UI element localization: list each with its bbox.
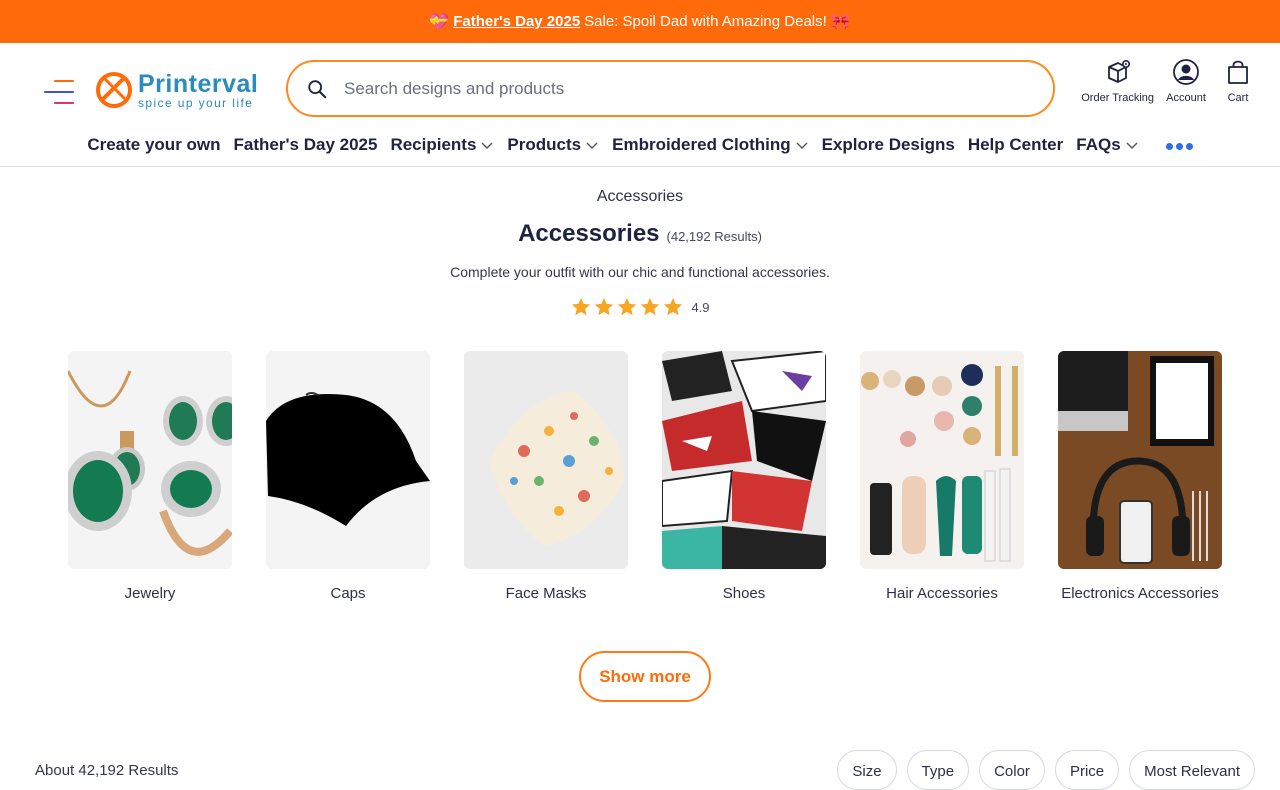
chevron-down-icon: [1126, 142, 1138, 149]
show-more-button[interactable]: Show more: [579, 651, 711, 702]
filter-type[interactable]: Type: [906, 750, 970, 790]
logo-tagline: spice up your life: [138, 96, 254, 110]
search-icon[interactable]: [306, 78, 328, 100]
gift-heart-icon: 💝: [429, 13, 450, 31]
electronics-accessories-image: [1058, 351, 1222, 569]
jewelry-image: [68, 351, 232, 569]
promo-banner: 💝 Father's Day 2025 Sale: Spoil Dad with…: [0, 0, 1280, 43]
ribbon-icon: 🎀: [830, 13, 851, 31]
category-name: Hair Accessories: [886, 585, 998, 602]
category-hair-accessories[interactable]: Hair Accessories: [860, 351, 1024, 602]
category-jewelry[interactable]: Jewelry: [68, 351, 232, 602]
star-icon: [618, 297, 637, 316]
nav-item-help-center[interactable]: Help Center: [968, 133, 1063, 155]
shoes-image: [662, 351, 826, 569]
logo-name: Printerval: [138, 70, 259, 98]
rating: 4.9: [0, 296, 1280, 318]
shopping-bag-icon: [1228, 60, 1248, 84]
category-name: Shoes: [722, 585, 766, 602]
promo-text: Sale: Spoil Dad with Amazing Deals!: [584, 13, 827, 30]
star-icon: [572, 297, 591, 316]
nav-item-fathers-day[interactable]: Father's Day 2025: [234, 133, 378, 155]
user-circle-icon: [1173, 59, 1199, 85]
nav-item-faqs[interactable]: FAQs: [1076, 133, 1138, 155]
star-icon: [641, 297, 660, 316]
category-shoes[interactable]: Shoes: [662, 351, 826, 602]
filter-color[interactable]: Color: [979, 750, 1045, 790]
star-icon: [664, 297, 683, 316]
nav-item-create-your-own[interactable]: Create your own: [87, 133, 220, 155]
nav-item-recipients[interactable]: Recipients: [390, 133, 494, 155]
category-name: Jewelry: [124, 585, 176, 602]
sort-dropdown[interactable]: Most Relevant: [1129, 750, 1255, 790]
result-count: (42,192 Results): [666, 229, 762, 244]
results-count: About 42,192 Results: [35, 762, 179, 779]
category-name: Electronics Accessories: [1061, 585, 1219, 602]
category-caps[interactable]: Caps: [266, 351, 430, 602]
category-name: Caps: [330, 585, 366, 602]
category-face-masks[interactable]: Face Masks: [464, 351, 628, 602]
package-location-icon: [1107, 59, 1130, 83]
logo-mark-icon: [96, 72, 132, 108]
chevron-down-icon: [481, 142, 493, 149]
nav-item-explore-designs[interactable]: Explore Designs: [822, 133, 955, 155]
more-dots-icon[interactable]: [1165, 143, 1193, 150]
category-grid: Jewelry Caps Face Masks Shoes Hair Acces…: [68, 351, 1222, 602]
category-electronics-accessories[interactable]: Electronics Accessories: [1058, 351, 1222, 602]
chevron-down-icon: [586, 142, 598, 149]
account-button[interactable]: Account: [1166, 58, 1206, 104]
filter-price[interactable]: Price: [1054, 750, 1120, 790]
face-masks-image: [464, 351, 628, 569]
cart-label: Cart: [1227, 92, 1249, 104]
page-title: Accessories: [518, 220, 660, 247]
results-bar: About 42,192 Results Size Type Color Pri…: [0, 750, 1280, 790]
breadcrumb[interactable]: Accessories: [0, 188, 1280, 206]
account-label: Account: [1166, 92, 1206, 104]
order-tracking-label: Order Tracking: [1081, 92, 1154, 104]
page-description: Complete your outfit with our chic and f…: [450, 264, 830, 280]
title-row: Accessories (42,192 Results): [0, 220, 1280, 248]
category-name: Face Masks: [505, 585, 587, 602]
rating-value: 4.9: [691, 299, 710, 315]
order-tracking-button[interactable]: Order Tracking: [1081, 58, 1154, 104]
main-nav: Create your own Father's Day 2025 Recipi…: [0, 133, 1280, 167]
hair-accessories-image: [860, 351, 1024, 569]
site-logo[interactable]: Printerval spice up your life: [94, 68, 269, 112]
caps-image: [266, 351, 430, 569]
site-header: Printerval spice up your life Order Trac…: [0, 43, 1280, 133]
menu-icon[interactable]: [44, 80, 74, 106]
nav-item-products[interactable]: Products: [507, 133, 599, 155]
filter-size[interactable]: Size: [837, 750, 897, 790]
star-icon: [595, 297, 614, 316]
nav-item-embroidered-clothing[interactable]: Embroidered Clothing: [612, 133, 809, 155]
promo-link[interactable]: Father's Day 2025: [453, 13, 580, 30]
cart-button[interactable]: Cart: [1218, 58, 1258, 104]
search-input[interactable]: [344, 78, 994, 99]
search-bar[interactable]: [286, 60, 1055, 117]
chevron-down-icon: [796, 142, 808, 149]
